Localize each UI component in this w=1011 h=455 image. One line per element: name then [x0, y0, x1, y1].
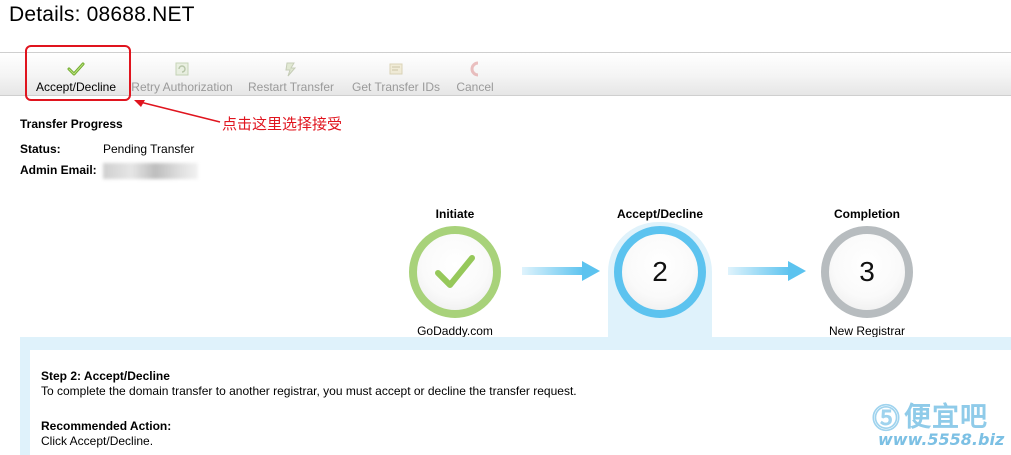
watermark: ⓹ 便宜吧 www.5558.biz	[868, 393, 1008, 453]
cancel-button[interactable]: Cancel	[452, 55, 498, 95]
transfer-progress-title: Transfer Progress	[20, 117, 123, 131]
step-completion-circle: 3	[821, 226, 913, 318]
step-accept-circle: 2	[614, 226, 706, 318]
step-detail-heading: Step 2: Accept/Decline	[41, 369, 170, 383]
step-completion-subtitle: New Registrar	[828, 324, 906, 338]
page-title: Details: 08688.NET	[9, 3, 195, 26]
restart-transfer-label: Restart Transfer	[247, 80, 335, 94]
annotation-arrow	[134, 100, 221, 123]
status-label: Status:	[20, 142, 61, 156]
recommended-action-text: Click Accept/Decline.	[41, 434, 154, 448]
transfer-ids-icon	[389, 63, 403, 75]
step-completion-title: Completion	[834, 207, 900, 221]
watermark-brand: 便宜吧	[904, 402, 988, 433]
step-initiate-circle	[409, 226, 501, 318]
flow-arrow-icon	[522, 261, 600, 281]
step-accept-title: Accept/Decline	[616, 207, 704, 221]
cancel-icon	[470, 61, 479, 77]
retry-icon	[175, 62, 189, 76]
get-transfer-ids-button[interactable]: Get Transfer IDs	[348, 55, 444, 95]
retry-authorization-button[interactable]: Retry Authorization	[130, 55, 234, 95]
restart-transfer-button[interactable]: Restart Transfer	[245, 55, 337, 95]
annotation-text: 点击这里选择接受	[222, 116, 343, 133]
admin-email-value-redacted	[103, 163, 198, 179]
step-initiate-title: Initiate	[435, 207, 475, 221]
action-toolbar: Accept/Decline Retry Authorization Resta…	[0, 52, 1011, 96]
step-detail-description: To complete the domain transfer to anoth…	[41, 384, 577, 398]
status-value: Pending Transfer	[103, 142, 195, 156]
step-initiate-subtitle: GoDaddy.com	[417, 324, 493, 338]
restart-icon	[285, 62, 297, 77]
highlight-box	[25, 45, 131, 101]
step-detail-content	[30, 350, 1011, 455]
step-accept-number: 2	[652, 256, 668, 287]
checkmark-icon	[435, 255, 475, 288]
watermark-url: www.5558.biz	[878, 430, 1005, 449]
recommended-action-heading: Recommended Action:	[41, 419, 172, 433]
step-completion-number: 3	[859, 256, 875, 287]
retry-authorization-label: Retry Authorization	[131, 80, 233, 94]
flow-arrow-icon	[728, 261, 806, 281]
get-transfer-ids-label: Get Transfer IDs	[351, 80, 441, 94]
admin-email-label: Admin Email:	[20, 163, 97, 177]
cancel-label: Cancel	[456, 80, 494, 94]
